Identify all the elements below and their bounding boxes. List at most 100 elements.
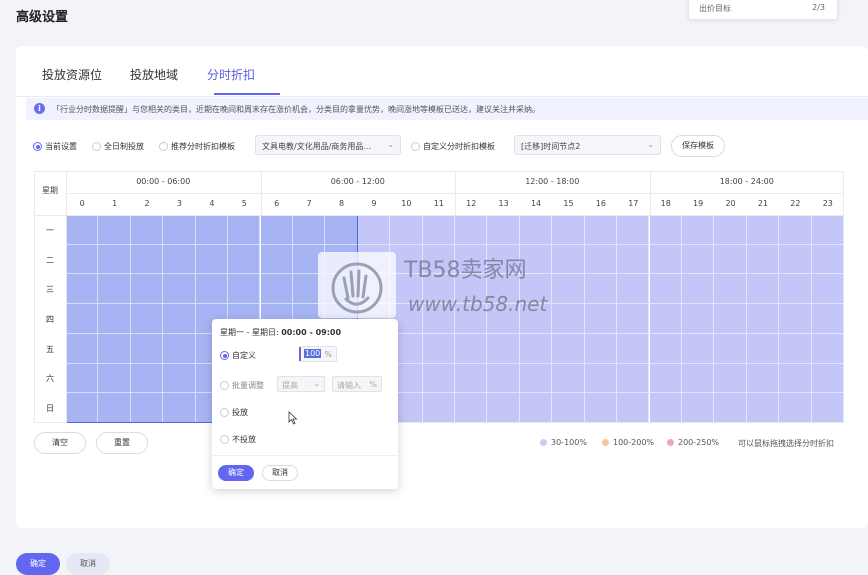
radio-current[interactable] (33, 142, 42, 151)
time-cell[interactable] (681, 244, 715, 275)
time-cell[interactable] (811, 393, 844, 423)
time-cell[interactable] (552, 274, 585, 305)
clear-button[interactable]: 清空 (34, 432, 86, 454)
time-cell[interactable] (455, 393, 488, 423)
time-cell[interactable] (487, 393, 520, 423)
popup-option-off[interactable]: 不投放 (220, 434, 256, 445)
reset-button[interactable]: 重置 (96, 432, 148, 454)
radio-recommended[interactable] (159, 142, 168, 151)
time-cell[interactable] (681, 274, 715, 305)
time-cell[interactable] (584, 274, 618, 305)
tab-resource[interactable]: 投放资源位 (42, 66, 102, 83)
option-current[interactable]: 当前设置 (33, 141, 77, 152)
time-cell[interactable] (422, 393, 455, 423)
popup-option-on[interactable]: 投放 (220, 407, 248, 418)
time-cell[interactable] (422, 215, 455, 245)
time-cell[interactable] (811, 304, 844, 334)
time-cell[interactable] (811, 274, 844, 305)
time-cell[interactable] (552, 244, 585, 275)
time-cell[interactable] (617, 304, 650, 334)
time-cell[interactable] (746, 304, 780, 334)
popup-option-custom[interactable]: 自定义 (220, 350, 256, 361)
time-cell[interactable] (714, 215, 747, 245)
time-cell[interactable] (649, 274, 682, 305)
time-cell[interactable] (617, 363, 650, 394)
time-cell[interactable] (714, 244, 747, 275)
time-cell[interactable] (487, 333, 520, 364)
time-cell[interactable] (681, 215, 715, 245)
time-cell[interactable] (519, 333, 553, 364)
time-cell[interactable] (617, 215, 650, 245)
time-cell[interactable] (811, 244, 844, 275)
time-cell[interactable] (552, 215, 585, 245)
time-cell[interactable] (714, 363, 747, 394)
tab-time-discount[interactable]: 分时折扣 (207, 66, 255, 83)
time-cell[interactable] (649, 363, 682, 394)
save-template-button[interactable]: 保存模板 (671, 135, 725, 157)
time-cell[interactable] (455, 215, 488, 245)
custom-value-input[interactable]: 100 % (299, 346, 337, 362)
time-cell[interactable] (584, 393, 618, 423)
time-cell[interactable] (649, 215, 682, 245)
time-cell[interactable] (584, 304, 618, 334)
time-cell[interactable] (811, 215, 844, 245)
time-cell[interactable] (552, 333, 585, 364)
popup-confirm-button[interactable]: 确定 (218, 465, 254, 481)
time-cell[interactable] (779, 363, 812, 394)
time-cell[interactable] (357, 215, 391, 245)
time-cell[interactable] (552, 363, 585, 394)
time-cell[interactable] (681, 304, 715, 334)
time-cell[interactable] (487, 363, 520, 394)
time-cell[interactable] (649, 333, 682, 364)
template-select[interactable]: [迁移]时间节点2 ⌄ (514, 135, 661, 155)
time-cell[interactable] (552, 393, 585, 423)
time-cell[interactable] (519, 363, 553, 394)
radio-all-day[interactable] (92, 142, 101, 151)
time-cell[interactable] (779, 274, 812, 305)
time-cell[interactable] (519, 393, 553, 423)
time-cell[interactable] (681, 363, 715, 394)
option-recommended[interactable]: 推荐分时折扣模板 (159, 141, 235, 152)
time-cell[interactable] (746, 274, 780, 305)
tab-region[interactable]: 投放地域 (130, 66, 178, 83)
radio-popup-off[interactable] (220, 435, 229, 444)
time-cell[interactable] (422, 363, 455, 394)
bulk-value-input[interactable]: 请输入 % (332, 376, 382, 392)
time-cell[interactable] (779, 333, 812, 364)
time-cell[interactable] (617, 333, 650, 364)
time-cell[interactable] (617, 274, 650, 305)
time-cell[interactable] (584, 333, 618, 364)
time-cell[interactable] (584, 215, 618, 245)
time-cell[interactable] (746, 215, 780, 245)
time-cell[interactable] (649, 393, 682, 423)
time-cell[interactable] (681, 333, 715, 364)
bid-target-box[interactable]: 出价目标 2/3 (688, 0, 838, 20)
grid-cells[interactable] (66, 215, 844, 423)
time-cell[interactable] (746, 244, 780, 275)
time-cell[interactable] (455, 333, 488, 364)
time-cell[interactable] (714, 333, 747, 364)
time-cell[interactable] (746, 333, 780, 364)
time-cell[interactable] (681, 393, 715, 423)
time-cell[interactable] (422, 333, 455, 364)
option-custom[interactable]: 自定义分时折扣模板 (411, 141, 495, 152)
footer-confirm-button[interactable]: 确定 (16, 553, 60, 575)
time-cell[interactable] (617, 393, 650, 423)
category-select[interactable]: 文具电教/文化用品/商务用品... ⌄ (255, 135, 401, 155)
time-cell[interactable] (714, 393, 747, 423)
time-cell[interactable] (811, 333, 844, 364)
time-cell[interactable] (779, 244, 812, 275)
time-cell[interactable] (584, 363, 618, 394)
radio-popup-on[interactable] (220, 408, 229, 417)
time-cell[interactable] (649, 244, 682, 275)
time-cell[interactable] (390, 215, 423, 245)
radio-popup-custom[interactable] (220, 351, 229, 360)
time-cell[interactable] (487, 215, 520, 245)
radio-custom[interactable] (411, 142, 420, 151)
time-cell[interactable] (714, 274, 747, 305)
time-cell[interactable] (779, 393, 812, 423)
radio-popup-bulk[interactable] (220, 381, 229, 390)
time-cell[interactable] (746, 363, 780, 394)
time-cell[interactable] (584, 244, 618, 275)
time-cell[interactable] (714, 304, 747, 334)
